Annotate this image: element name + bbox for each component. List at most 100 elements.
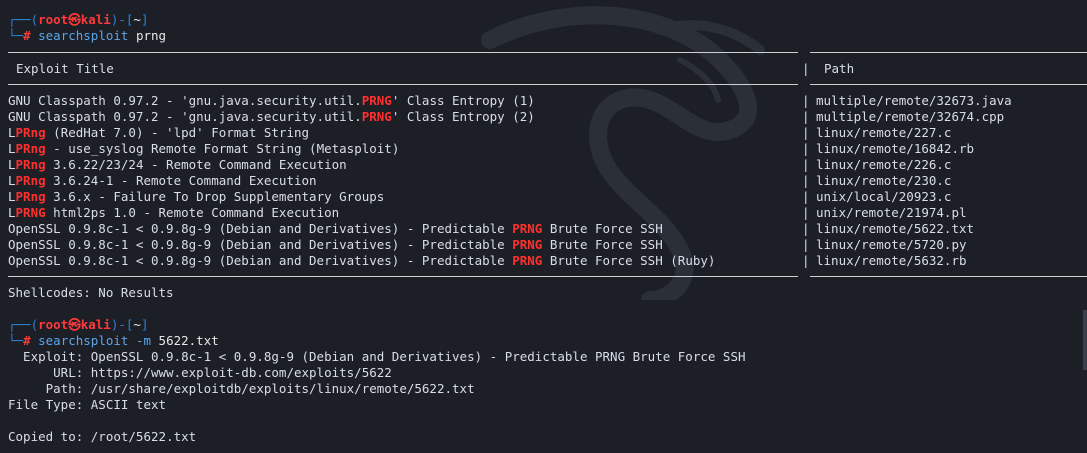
- row-path: linux/remote/5622.txt: [816, 221, 975, 236]
- row-title-prefix: L: [8, 189, 16, 204]
- row-title-prefix: GNU Classpath 0.97.2 - 'gnu.java.securit…: [8, 109, 362, 124]
- row-title-match: PRng: [15, 173, 46, 188]
- row-title-prefix: GNU Classpath 0.97.2 - 'gnu.java.securit…: [8, 93, 362, 108]
- mirror-exploit: Exploit: OpenSSL 0.9.8c-1 < 0.9.8g-9 (De…: [8, 349, 746, 364]
- row-title-prefix: OpenSSL 0.9.8c-1 < 0.9.8g-9 (Debian and …: [8, 221, 513, 236]
- table-row: GNU Classpath 0.97.2 - 'gnu.java.securit…: [8, 109, 535, 125]
- mirror-filetype: File Type: ASCII text: [8, 397, 167, 412]
- row-title-match: PRNG: [361, 109, 392, 124]
- header-path: Path: [824, 61, 855, 76]
- row-title-suffix: 3.6.22/23/24 - Remote Command Execution: [45, 157, 347, 172]
- column-separator: |: [802, 61, 810, 76]
- table-row: GNU Classpath 0.97.2 - 'gnu.java.securit…: [8, 93, 535, 109]
- command-program: searchsploit: [38, 333, 129, 348]
- mirror-path: Path: /usr/share/exploitdb/exploits/linu…: [8, 381, 475, 396]
- column-separator: |: [802, 237, 810, 252]
- shellcodes-result: Shellcodes: No Results: [8, 285, 174, 300]
- table-top-rule-left: [8, 52, 798, 53]
- prompt-line-1: ┌──(root㉿kali)-[~]: [8, 12, 149, 27]
- prompt-host: kali: [80, 317, 111, 332]
- table-row: LPRng (RedHat 7.0) - 'lpd' Format String: [8, 125, 309, 141]
- command-program: searchsploit: [38, 28, 129, 43]
- row-title-match: PRNG: [512, 237, 543, 252]
- prompt-at-symbol: ㉿: [68, 317, 81, 332]
- prompt-hash: #: [23, 333, 31, 348]
- table-row: LPRng - use_syslog Remote Format String …: [8, 141, 399, 157]
- row-title-match: PRNG: [361, 93, 392, 108]
- row-title-suffix: html2ps 1.0 - Remote Command Execution: [45, 205, 340, 220]
- row-title-prefix: L: [8, 157, 16, 172]
- column-separator: |: [802, 173, 810, 188]
- table-row: LPRng 3.6.x - Failure To Drop Supplement…: [8, 189, 384, 205]
- row-title-prefix: L: [8, 205, 16, 220]
- table-row: LPRng 3.6.22/23/24 - Remote Command Exec…: [8, 157, 347, 173]
- row-title-suffix: Brute Force SSH (Ruby): [542, 253, 716, 268]
- row-title-prefix: OpenSSL 0.9.8c-1 < 0.9.8g-9 (Debian and …: [8, 253, 513, 268]
- column-separator: |: [802, 125, 810, 140]
- row-title-prefix: L: [8, 173, 16, 188]
- row-title-suffix: ' Class Entropy (1): [391, 93, 535, 108]
- table-bottom-rule-right: [810, 276, 1087, 277]
- row-path: linux/remote/230.c: [816, 173, 952, 188]
- prompt-cwd: ~: [133, 12, 141, 27]
- command-line-1: └─# searchsploit prng: [8, 28, 167, 43]
- command-flag: -m: [128, 333, 152, 348]
- column-separator: |: [802, 189, 810, 204]
- row-path: linux/remote/16842.rb: [816, 141, 975, 156]
- table-row: LPRng 3.6.24-1 - Remote Command Executio…: [8, 173, 317, 189]
- row-title-match: PRNG: [512, 221, 543, 236]
- header-rule-left: [8, 84, 798, 85]
- header-rule-right: [810, 84, 1087, 85]
- row-title-match: PRng: [15, 125, 46, 140]
- command-args: 5622.txt: [151, 333, 219, 348]
- prompt-user: root: [38, 12, 69, 27]
- mirror-url: URL: https://www.exploit-db.com/exploits…: [8, 365, 392, 380]
- row-path: linux/remote/5632.rb: [816, 253, 967, 268]
- prompt-at-symbol: ㉿: [68, 12, 81, 27]
- prompt-hash: #: [23, 28, 31, 43]
- row-title-suffix: Brute Force SSH: [542, 221, 663, 236]
- row-title-match: PRNG: [15, 205, 46, 220]
- row-title-match: PRng: [15, 189, 46, 204]
- column-separator: |: [802, 205, 810, 220]
- column-separator: |: [802, 93, 810, 108]
- column-separator: |: [802, 157, 810, 172]
- column-separator: |: [802, 253, 810, 268]
- table-row: OpenSSL 0.9.8c-1 < 0.9.8g-9 (Debian and …: [8, 221, 663, 237]
- header-exploit-title: Exploit Title: [16, 61, 114, 76]
- table-row: LPRNG html2ps 1.0 - Remote Command Execu…: [8, 205, 339, 221]
- prompt-host: kali: [80, 12, 111, 27]
- row-title-suffix: (RedHat 7.0) - 'lpd' Format String: [45, 125, 310, 140]
- row-title-prefix: L: [8, 125, 16, 140]
- terminal-scrollbar[interactable]: [1083, 310, 1087, 370]
- row-title-prefix: L: [8, 141, 16, 156]
- row-title-match: PRng: [15, 157, 46, 172]
- row-path: multiple/remote/32673.java: [816, 93, 1012, 108]
- row-title-prefix: OpenSSL 0.9.8c-1 < 0.9.8g-9 (Debian and …: [8, 237, 513, 252]
- row-path: linux/remote/227.c: [816, 125, 952, 140]
- terminal-window[interactable]: ┌──(root㉿kali)-[~] └─# searchsploit prng…: [0, 0, 1087, 453]
- command-line-2: └─# searchsploit -m 5622.txt: [8, 333, 219, 348]
- row-path: linux/remote/5720.py: [816, 237, 967, 252]
- prompt-line-2: ┌──(root㉿kali)-[~]: [8, 317, 149, 332]
- column-separator: |: [802, 221, 810, 236]
- column-separator: |: [802, 109, 810, 124]
- mirror-copied: Copied to: /root/5622.txt: [8, 429, 197, 444]
- row-path: multiple/remote/32674.cpp: [816, 109, 1005, 124]
- row-path: unix/remote/21974.pl: [816, 205, 967, 220]
- row-title-match: PRNG: [512, 253, 543, 268]
- prompt-user: root: [38, 317, 69, 332]
- table-row: OpenSSL 0.9.8c-1 < 0.9.8g-9 (Debian and …: [8, 253, 715, 269]
- table-top-rule-right: [810, 52, 1087, 53]
- row-path: unix/local/20923.c: [816, 189, 952, 204]
- row-title-suffix: 3.6.x - Failure To Drop Supplementary Gr…: [45, 189, 385, 204]
- row-title-suffix: - use_syslog Remote Format String (Metas…: [45, 141, 400, 156]
- row-title-suffix: ' Class Entropy (2): [391, 109, 535, 124]
- command-args: prng: [128, 28, 167, 43]
- row-title-suffix: 3.6.24-1 - Remote Command Execution: [45, 173, 317, 188]
- column-separator: |: [802, 141, 810, 156]
- row-title-suffix: Brute Force SSH: [542, 237, 663, 252]
- row-path: linux/remote/226.c: [816, 157, 952, 172]
- table-row: OpenSSL 0.9.8c-1 < 0.9.8g-9 (Debian and …: [8, 237, 663, 253]
- row-title-match: PRng: [15, 141, 46, 156]
